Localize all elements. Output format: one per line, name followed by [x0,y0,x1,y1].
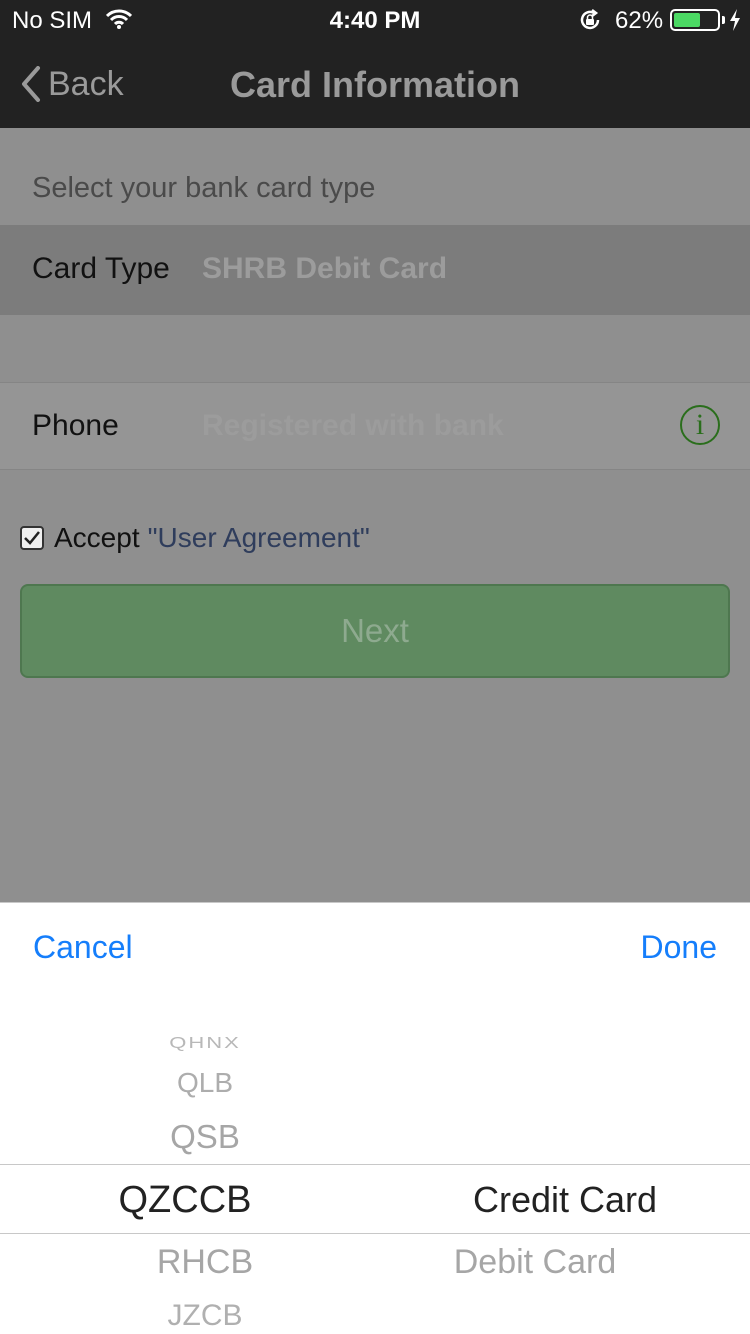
battery-percent: 62% [615,7,664,34]
picker-bank-option[interactable]: QSB [0,1118,410,1156]
user-agreement-link[interactable]: "User Agreement" [148,522,370,554]
picker-bank-option[interactable]: JZCB [0,1299,410,1333]
phone-row: Phone Registered with bank i [0,382,750,470]
charging-bolt-icon [728,8,742,39]
picker-bank-option[interactable]: RHCB [0,1243,410,1282]
picker-bank-option-selected[interactable]: QZCCB [0,1179,370,1222]
picker-toolbar: Cancel Done [0,903,750,993]
picker-card-type-option[interactable]: Debit Card [350,1243,720,1282]
picker-selection-line-bottom [0,1233,750,1234]
battery-icon [670,9,720,31]
next-button[interactable]: Next [20,584,730,678]
status-bar: No SIM 4:40 PM 62% [0,0,750,40]
accept-label: Accept [54,522,140,553]
rotation-lock-icon [578,8,602,39]
accept-checkbox[interactable] [20,526,44,550]
card-type-row[interactable]: Card Type SHRB Debit Card [0,225,750,315]
phone-input[interactable]: Registered with bank [202,409,504,443]
battery-fill [674,13,701,27]
section-header: Select your bank card type [32,172,376,204]
picker-sheet: Cancel Done QHNX QLB QSB QZCCB RHCB JZCB… [0,902,750,1334]
cancel-button[interactable]: Cancel [33,929,133,966]
navigation-bar: Back Card Information [0,40,750,128]
phone-label: Phone [32,409,119,442]
picker-selection-line-top [0,1164,750,1165]
checkmark-icon [24,531,40,545]
card-type-label: Card Type [32,252,170,285]
picker-bank-option[interactable]: QHNX [0,1034,410,1052]
page-title: Card Information [229,64,520,105]
battery-tip [722,16,725,24]
info-icon[interactable]: i [680,405,720,445]
picker-bank-option[interactable]: QLB [0,1067,410,1099]
picker-card-type-option-selected[interactable]: Credit Card [380,1179,750,1221]
done-button[interactable]: Done [641,929,718,966]
agreement-row: Accept "User Agreement" [20,520,370,556]
card-type-value: SHRB Debit Card [202,252,448,285]
